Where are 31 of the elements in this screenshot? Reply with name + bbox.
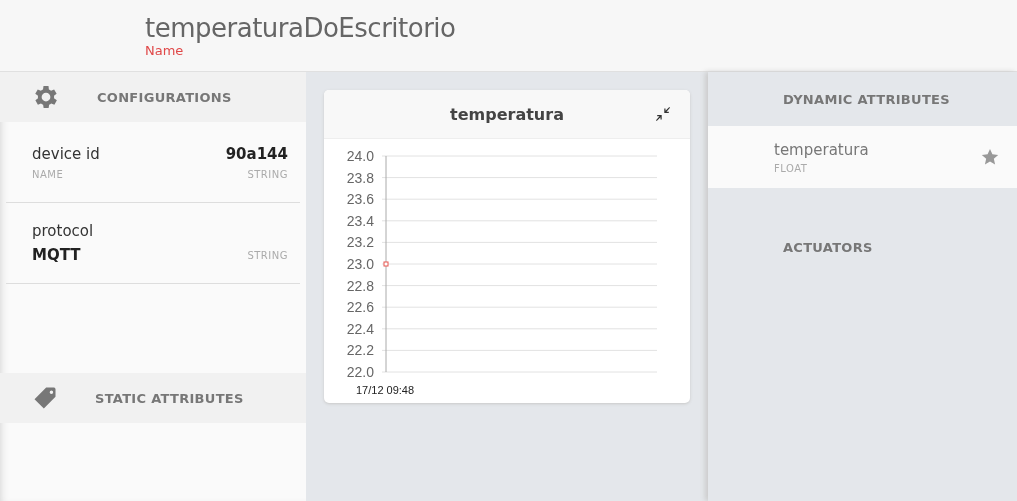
y-tick-label: 23.8 (346, 169, 374, 186)
section-title: STATIC ATTRIBUTES (95, 390, 244, 406)
star-icon[interactable] (980, 147, 1000, 167)
y-tick-label: 23.4 (346, 212, 374, 229)
config-type: STRING (247, 168, 288, 180)
y-tick-label: 23.0 (346, 256, 374, 272)
y-tick-label: 22.2 (346, 342, 374, 359)
config-label: protocol (32, 222, 94, 240)
y-tick-label: 22.0 (346, 364, 374, 380)
attribute-name: temperatura (774, 140, 869, 159)
y-tick-label: 23.6 (346, 191, 374, 208)
attribute-item[interactable]: temperatura FLOAT (708, 126, 1017, 188)
y-tick-label: 23.2 (346, 234, 374, 251)
y-tick-label: 22.6 (346, 299, 374, 316)
attribute-type: FLOAT (774, 162, 809, 174)
config-type: STRING (247, 249, 288, 261)
y-tick-label: 22.8 (346, 277, 374, 294)
section-title: CONFIGURATIONS (97, 89, 232, 105)
chart-title: temperatura (450, 104, 564, 124)
y-tick-label: 24.0 (346, 148, 374, 164)
config-value: MQTT (32, 246, 81, 264)
section-title: ACTUATORS (783, 239, 873, 255)
name-label: Name (145, 42, 184, 59)
section-title: DYNAMIC ATTRIBUTES (783, 91, 950, 107)
config-label: device id (32, 144, 100, 163)
config-value: 90a144 (225, 144, 288, 163)
collapse-icon[interactable] (655, 106, 671, 122)
device-title: temperaturaDoEscritorio (145, 12, 456, 43)
y-tick-label: 22.4 (346, 320, 374, 337)
config-meta: NAME (32, 168, 64, 180)
x-tick-label: 17/12 09:48 (356, 384, 415, 396)
